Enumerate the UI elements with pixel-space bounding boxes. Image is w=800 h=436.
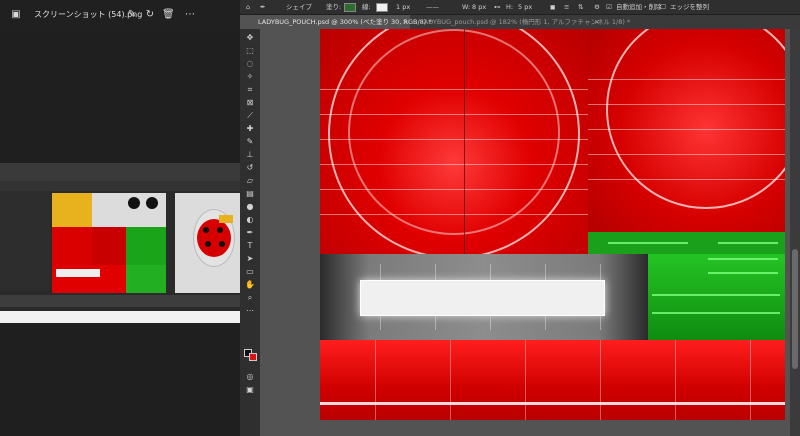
pen-tool-icon[interactable]: ✒ <box>244 228 256 238</box>
center-seam <box>464 29 465 254</box>
blur-tool-icon[interactable]: ● <box>244 202 256 212</box>
link-icon[interactable]: ⊷ <box>494 2 501 13</box>
rectangle-tool-icon[interactable]: ▭ <box>244 267 256 277</box>
zoom-tool-icon[interactable]: ⌕ <box>244 293 256 303</box>
canvas-red-bottom-panel[interactable] <box>320 340 785 420</box>
move-tool-icon[interactable]: ✥ <box>244 33 256 43</box>
eraser-tool-icon[interactable]: ▱ <box>244 176 256 186</box>
background-color-swatch[interactable] <box>249 353 257 361</box>
canvas-green-strip[interactable] <box>588 232 785 254</box>
stroke-width-field[interactable]: 1 px <box>396 2 410 13</box>
width-field[interactable]: 8 px <box>472 2 486 13</box>
height-field[interactable]: 5 px <box>518 2 532 13</box>
thumb-optionsbar <box>0 181 240 191</box>
auto-add-delete-checkbox[interactable]: ☑ <box>606 2 612 13</box>
screenshot-image <box>0 163 240 323</box>
scrollbar-thumb[interactable] <box>792 249 798 369</box>
delete-icon[interactable]: 🗑 <box>162 9 175 21</box>
stroke-label: 線: <box>362 3 371 11</box>
frame-tool-icon[interactable]: ⊠ <box>244 98 256 108</box>
document-tabbar: LADYBUG_POUCH.psd @ 300% (べた塗り 30, RGB/8… <box>252 15 800 29</box>
hand-tool-icon[interactable]: ✋ <box>244 280 256 290</box>
thumb-taskbar <box>0 311 240 323</box>
thumb-menubar <box>0 163 240 181</box>
canvas-red-panel-right[interactable] <box>588 29 785 232</box>
thumb-toolbar <box>0 191 50 291</box>
gradient-tool-icon[interactable]: ▤ <box>244 189 256 199</box>
white-highlight-line <box>320 402 785 405</box>
home-icon[interactable]: ⌂ <box>246 2 250 13</box>
tab-ladybug-pouch-182[interactable]: LADYBUG_pouch.psd @ 182% (楕円形 1, アルファチャン… <box>414 15 630 29</box>
healing-brush-icon[interactable]: ✚ <box>244 124 256 134</box>
stroke-type-select[interactable]: —— <box>426 2 439 13</box>
width-label: W: <box>462 3 471 11</box>
lasso-tool-icon[interactable]: ◌ <box>244 59 256 69</box>
vertical-scrollbar[interactable] <box>790 29 800 436</box>
align-edges-label: エッジを整列 <box>670 3 709 11</box>
path-operations-icon[interactable]: ◼ <box>550 2 555 13</box>
more-icon[interactable]: ⋯ <box>184 9 196 21</box>
path-align-icon[interactable]: ≡ <box>564 2 569 13</box>
screen-mode-icon[interactable]: ▣ <box>244 385 256 395</box>
align-edges-checkbox[interactable]: ☐ <box>660 2 666 13</box>
viewer-titlebar: ▣ スクリーンショット (54).png ✎ ↻ 🗑 ⋯ <box>0 0 240 32</box>
circle-outline-inner <box>348 29 560 235</box>
type-tool-icon[interactable]: T <box>244 241 256 251</box>
edit-icon[interactable]: ✎ <box>126 9 138 21</box>
stamp-tool-icon[interactable]: ⊥ <box>244 150 256 160</box>
canvas-red-panel-left[interactable] <box>320 29 588 254</box>
thumb-texture-canvas <box>52 193 166 293</box>
screen: ▣ スクリーンショット (54).png ✎ ↻ 🗑 ⋯ ⌂ ✒ シェイプ 塗り… <box>0 0 800 436</box>
marquee-tool-icon[interactable]: ⬚ <box>244 46 256 56</box>
options-bar: ⌂ ✒ シェイプ 塗り: 線: 1 px —— W: 8 px ⊷ H: 5 p… <box>240 0 800 15</box>
history-brush-icon[interactable]: ↺ <box>244 163 256 173</box>
dodge-tool-icon[interactable]: ◐ <box>244 215 256 225</box>
quick-mask-icon[interactable]: ◎ <box>244 372 256 382</box>
tools-panel: ✥ ⬚ ◌ ✧ ⌗ ⊠ ⟋ ✚ ✎ ⊥ ↺ ▱ ▤ ● ◐ ✒ T ➤ ▭ ✋ … <box>240 29 260 436</box>
shape-mode-select[interactable]: シェイプ <box>286 2 312 13</box>
magic-wand-icon[interactable]: ✧ <box>244 72 256 82</box>
image-file-icon: ▣ <box>11 9 21 20</box>
thumb-statusbar <box>0 295 240 307</box>
rotate-icon[interactable]: ↻ <box>144 9 156 21</box>
height-label: H: <box>506 3 514 11</box>
crop-tool-icon[interactable]: ⌗ <box>244 85 256 95</box>
canvas-green-panel[interactable] <box>648 254 785 340</box>
tab-close-icon[interactable]: × <box>594 15 600 29</box>
fill-swatch[interactable] <box>344 3 356 12</box>
tab-close-icon[interactable]: × <box>402 15 408 29</box>
thumb-3d-preview <box>175 193 240 293</box>
path-selection-icon[interactable]: ➤ <box>244 254 256 264</box>
canvas-white-label-bar[interactable] <box>360 280 605 316</box>
brush-tool-icon[interactable]: ✎ <box>244 137 256 147</box>
fill-label: 塗り: <box>326 3 342 11</box>
circle-outline <box>606 29 785 209</box>
pen-tool-icon[interactable]: ✒ <box>260 2 265 13</box>
settings-gear-icon[interactable]: ⚙ <box>594 2 600 13</box>
stroke-swatch[interactable] <box>376 3 388 12</box>
image-viewer-window: ▣ スクリーンショット (54).png ✎ ↻ 🗑 ⋯ <box>0 0 240 436</box>
eyedropper-icon[interactable]: ⟋ <box>244 111 256 121</box>
auto-add-delete-label: 自動追加・削除 <box>616 3 662 11</box>
tab-ladybug-pouch-300[interactable]: LADYBUG_POUCH.psd @ 300% (べた塗り 30, RGB/8… <box>252 15 432 29</box>
path-arrange-icon[interactable]: ⇅ <box>578 2 583 13</box>
more-tools-icon[interactable]: ⋯ <box>244 306 256 316</box>
